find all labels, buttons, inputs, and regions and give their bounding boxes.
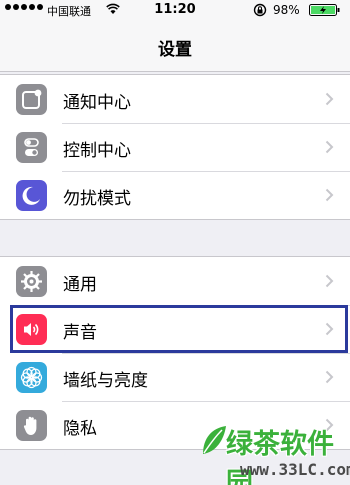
hand-icon	[16, 410, 47, 441]
chevron-right-icon	[325, 370, 334, 384]
page-title: 设置	[158, 40, 192, 60]
chevron-right-icon	[325, 274, 334, 288]
chevron-right-icon	[325, 92, 334, 106]
chevron-right-icon	[325, 188, 334, 202]
row-label: 墙纸与亮度	[63, 371, 148, 391]
battery-icon	[309, 4, 340, 16]
settings-group-1: 通知中心 控制中心 勿扰模式	[0, 74, 350, 220]
notification-center-icon	[16, 84, 47, 115]
chevron-right-icon	[325, 140, 334, 154]
leaf-logo-icon	[203, 426, 226, 454]
highlight-box	[10, 305, 348, 353]
flower-icon	[16, 362, 47, 393]
watermark-url: www.33LC.com	[240, 460, 350, 479]
row-label: 控制中心	[63, 141, 131, 161]
settings-row-do-not-disturb[interactable]: 勿扰模式	[0, 171, 350, 219]
row-label: 通知中心	[63, 93, 131, 113]
row-label: 隐私	[63, 419, 97, 439]
row-label: 通用	[63, 275, 97, 295]
battery-percent: 98%	[273, 3, 300, 17]
settings-row-notification-center[interactable]: 通知中心	[0, 75, 350, 123]
settings-row-general[interactable]: 通用	[0, 257, 350, 305]
row-label: 勿扰模式	[63, 189, 131, 209]
control-center-icon	[16, 132, 47, 163]
rotation-lock-icon	[253, 3, 267, 17]
settings-row-control-center[interactable]: 控制中心	[0, 123, 350, 171]
status-bar: 中国联通 11:20 98%	[0, 0, 350, 20]
moon-icon	[16, 180, 47, 211]
settings-row-wallpaper-brightness[interactable]: 墙纸与亮度	[0, 353, 350, 401]
gear-icon	[16, 266, 47, 297]
watermark: 绿茶软件园 www.33LC.com	[200, 420, 350, 485]
navigation-bar: 设置	[0, 20, 350, 72]
